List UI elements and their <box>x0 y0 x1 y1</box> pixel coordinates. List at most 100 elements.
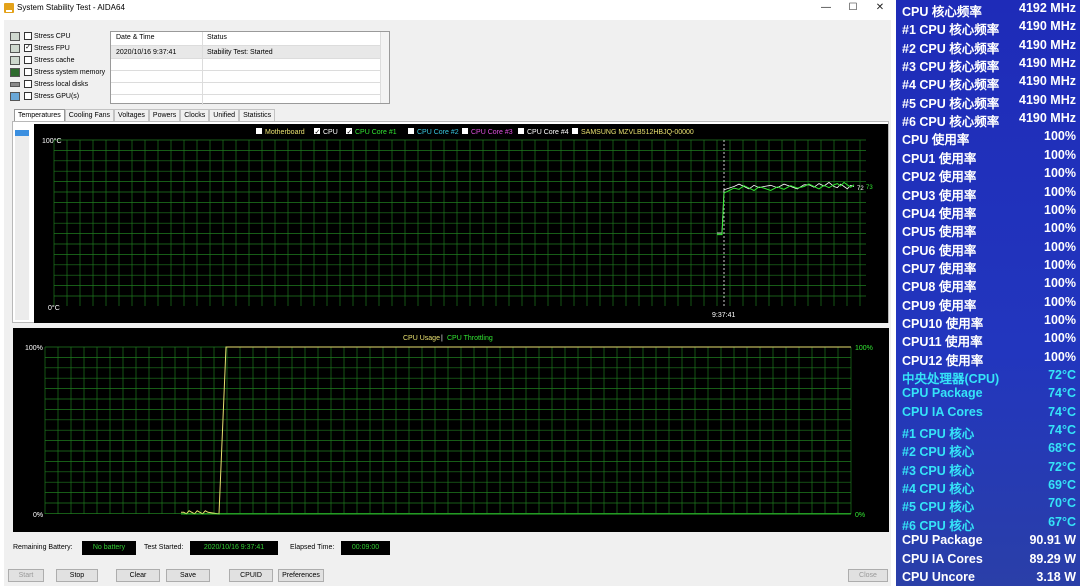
cpu-chip-icon <box>10 31 20 41</box>
osd-label: CPU Package <box>902 386 983 401</box>
temperature-series <box>717 181 855 236</box>
osd-row-usage: CPU1 使用率 100% <box>896 147 1080 166</box>
aida64-app-icon <box>4 3 14 13</box>
table-row-status: Stability Test: Started <box>207 49 273 56</box>
osd-label: CPU 核心频率 <box>902 5 982 19</box>
osd-row-usage: CPU10 使用率 100% <box>896 312 1080 331</box>
osd-row-usage: CPU12 使用率 100% <box>896 349 1080 368</box>
osd-row-usage: CPU8 使用率 100% <box>896 275 1080 295</box>
close-button[interactable]: Close <box>848 569 888 582</box>
legend-item-label: CPU <box>323 129 338 136</box>
osd-label: CPU Uncore <box>902 569 975 584</box>
tab-voltages[interactable]: Voltages <box>114 109 149 121</box>
stress-memory-option[interactable]: Stress system memory <box>10 66 105 78</box>
cpu-usage-graph: CPU Usage | CPU Throttling 100% 0% 100% … <box>13 328 889 532</box>
osd-value: 4190 MHz <box>1019 19 1076 34</box>
tab-powers[interactable]: Powers <box>148 109 181 121</box>
osd-row-power: CPU Uncore 3.18 W <box>896 569 1080 586</box>
tab-statistics[interactable]: Statistics <box>239 109 276 121</box>
status-log-table[interactable]: Date & Time Status 2020/10/16 9:37:41 St… <box>110 31 390 105</box>
legend-item-label: SAMSUNG MZVLB512HBJQ-00000 <box>581 129 694 136</box>
save-button[interactable]: Save <box>166 569 210 582</box>
row-divider <box>111 70 381 71</box>
osd-row-temp: #5 CPU 核心 70°C <box>896 495 1080 514</box>
stress-disks-option[interactable]: Stress local disks <box>10 78 88 90</box>
osd-label: CPU8 使用率 <box>902 280 977 295</box>
osd-label: #5 CPU 核心频率 <box>902 96 1000 111</box>
temperature-graph-panel: Motherboard ✓ CPU ✓ CPU Core #1 CPU Core #2 CP… <box>12 121 889 323</box>
tab-clocks[interactable]: Clocks <box>180 109 210 121</box>
clear-button[interactable]: Clear <box>116 569 160 582</box>
minimize-button[interactable]: — <box>812 1 840 15</box>
stress-cache-checkbox[interactable] <box>24 56 32 64</box>
cpu-throttling-legend: CPU Throttling <box>447 335 493 342</box>
usage-ymax-left: 100% <box>25 345 43 352</box>
cpuid-button[interactable]: CPUID <box>229 569 273 582</box>
tab-unified[interactable]: Unified <box>209 109 240 121</box>
osd-label: #2 CPU 核心 <box>902 445 975 460</box>
osd-row-temp: #1 CPU 核心 74°C <box>896 422 1080 441</box>
maximize-button[interactable]: ☐ <box>839 1 867 15</box>
osd-label: #2 CPU 核心频率 <box>902 41 1000 56</box>
osd-value: 100% <box>1044 276 1076 291</box>
tab-cooling-fans[interactable]: Cooling Fans <box>64 109 115 121</box>
osd-label: #4 CPU 核心频率 <box>902 78 1000 93</box>
cache-icon <box>10 55 20 65</box>
battery-value: No battery <box>82 541 136 555</box>
stress-disks-checkbox[interactable] <box>24 80 32 88</box>
stress-gpu-option[interactable]: Stress GPU(s) <box>10 90 79 102</box>
osd-row-usage: CPU6 使用率 100% <box>896 239 1080 258</box>
osd-label: CPU1 使用率 <box>902 151 977 166</box>
stress-cpu-checkbox[interactable] <box>24 32 32 40</box>
osd-label: CPU3 使用率 <box>902 188 977 203</box>
osd-value: 72°C <box>1048 459 1076 474</box>
title-bar[interactable]: System Stability Test - AIDA64 — ☐ ✕ <box>0 0 896 16</box>
start-button[interactable]: Start <box>8 569 44 582</box>
osd-row-usage: CPU 使用率 100% <box>896 128 1080 147</box>
osd-value: 100% <box>1044 147 1076 162</box>
osd-label: CPU5 使用率 <box>902 225 977 240</box>
osd-value: 100% <box>1044 202 1076 217</box>
stress-fpu-checkbox[interactable]: ✓ <box>24 44 32 52</box>
osd-value: 3.18 W <box>1036 569 1076 584</box>
osd-value: 4190 MHz <box>1019 92 1076 107</box>
osd-row-temp: 中央处理器(CPU) 72°C <box>896 367 1080 386</box>
osd-value: 100% <box>1044 239 1076 254</box>
legend-separator: | <box>441 335 443 342</box>
osd-row-power: CPU Package 90.91 W <box>896 532 1080 550</box>
legend-checkbox[interactable] <box>462 128 468 134</box>
osd-row-temp: #4 CPU 核心 69°C <box>896 477 1080 496</box>
legend-checkbox[interactable] <box>408 128 414 134</box>
osd-value: 100% <box>1044 312 1076 327</box>
legend-checkbox[interactable] <box>256 128 262 134</box>
table-scrollbar[interactable] <box>380 32 389 103</box>
elapsed-time-value: 00:09:00 <box>341 541 390 555</box>
column-header-status[interactable]: Status <box>207 34 227 45</box>
stress-disks-label: Stress local disks <box>34 80 89 88</box>
temperature-legend: Motherboard ✓ CPU ✓ CPU Core #1 CPU Core #2 CP… <box>256 128 694 136</box>
stress-cache-label: Stress cache <box>34 56 75 64</box>
legend-checkbox[interactable] <box>572 128 578 134</box>
stress-gpu-checkbox[interactable] <box>24 92 32 100</box>
column-header-datetime[interactable]: Date & Time <box>116 34 155 45</box>
sensor-scroll-strip[interactable] <box>15 130 29 320</box>
stress-memory-checkbox[interactable] <box>24 68 32 76</box>
stress-cache-option[interactable]: Stress cache <box>10 54 74 66</box>
osd-value: 4192 MHz <box>1019 1 1076 15</box>
stress-cpu-option[interactable]: Stress CPU <box>10 30 71 42</box>
preferences-button[interactable]: Preferences <box>278 569 324 582</box>
legend-check-mark: ✓ <box>347 128 353 136</box>
osd-row-usage: CPU9 使用率 100% <box>896 294 1080 313</box>
stress-fpu-option[interactable]: ✓ Stress FPU <box>10 42 70 54</box>
osd-label: #6 CPU 核心频率 <box>902 115 1000 130</box>
legend-checkbox[interactable] <box>518 128 524 134</box>
cpu-usage-legend: CPU Usage <box>403 335 440 342</box>
stop-button[interactable]: Stop <box>56 569 98 582</box>
temp-ymin-label: 0°C <box>48 304 60 312</box>
scroll-thumb[interactable] <box>15 130 29 136</box>
core1-end-value-label: 73 <box>866 185 873 191</box>
close-window-button[interactable]: ✕ <box>866 1 894 15</box>
row-divider <box>111 58 381 59</box>
stress-cpu-label: Stress CPU <box>34 32 71 40</box>
legend-item-label: CPU Core #4 <box>527 129 569 136</box>
